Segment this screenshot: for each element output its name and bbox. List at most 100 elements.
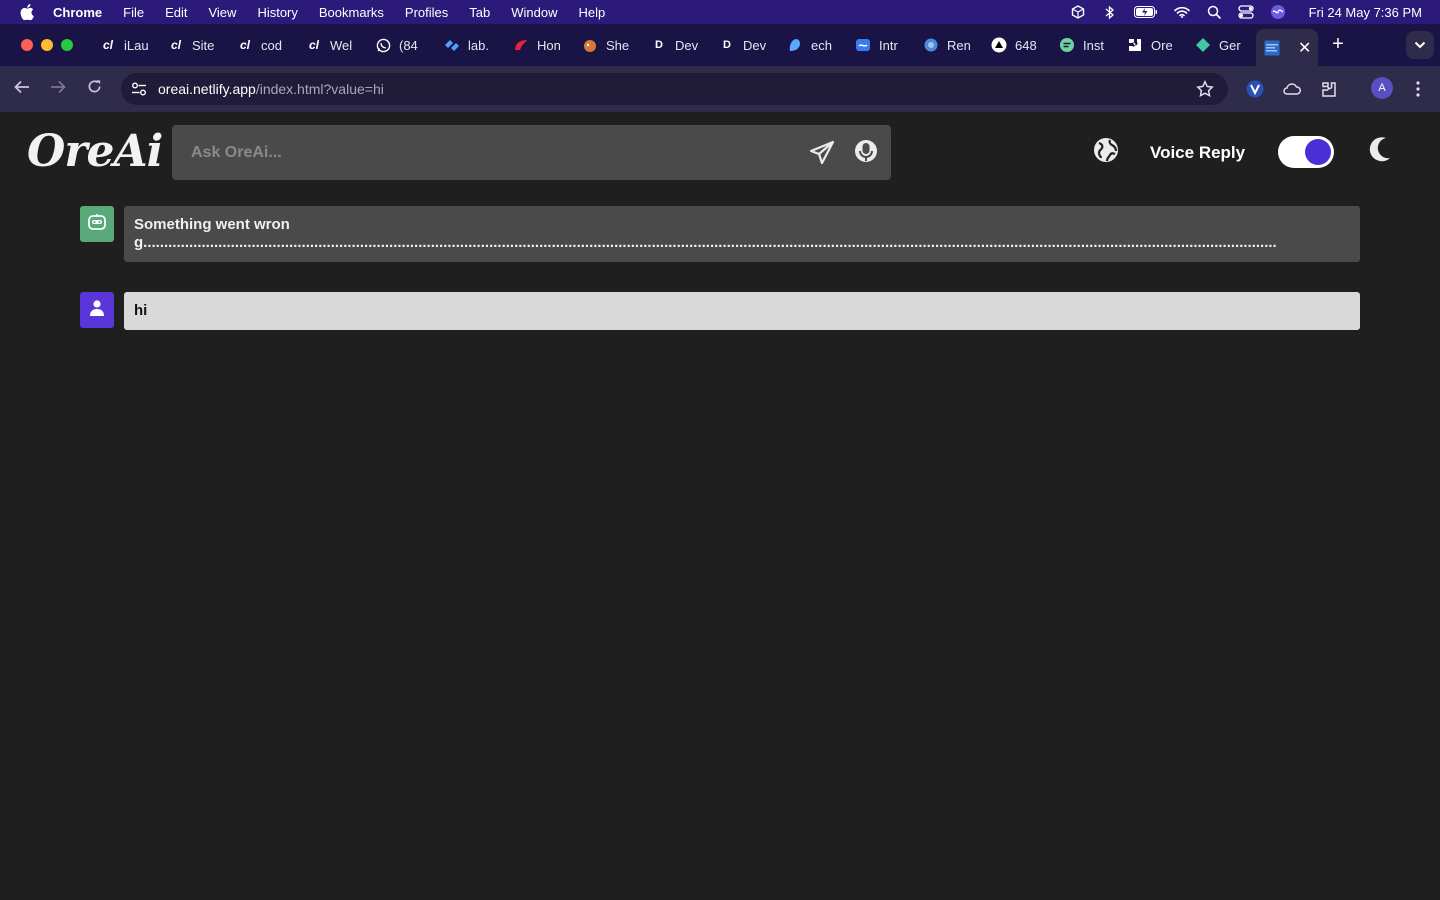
- tab-title: lab.: [468, 37, 489, 53]
- forward-button[interactable]: [47, 78, 69, 100]
- browser-tab[interactable]: (84: [375, 33, 431, 57]
- tab-title: Site: [192, 37, 215, 53]
- browser-tab[interactable]: Ore: [1127, 33, 1183, 57]
- address-url[interactable]: oreai.netlify.app/index.html?value=hi: [158, 81, 384, 97]
- cube-icon[interactable]: [1069, 4, 1087, 20]
- apple-logo-icon[interactable]: [19, 4, 35, 20]
- browser-tab[interactable]: lab.: [444, 33, 500, 57]
- tab-title: 648: [1015, 37, 1037, 53]
- oreai-logo[interactable]: OreAi: [27, 126, 163, 177]
- blue-icon: [787, 37, 803, 53]
- menu-window[interactable]: Window: [511, 5, 557, 20]
- whatsapp-icon: [375, 37, 391, 53]
- browser-tab[interactable]: D Dev: [651, 33, 707, 57]
- url-path: /index.html?value=hi: [255, 81, 384, 97]
- tab-title: iLau: [124, 37, 149, 53]
- cl-icon: cl: [102, 38, 113, 52]
- battery-icon[interactable]: [1133, 4, 1159, 20]
- minimize-window-button[interactable]: [41, 39, 53, 51]
- user-avatar: [80, 292, 114, 328]
- browser-tab[interactable]: Intr: [855, 33, 911, 57]
- reload-button[interactable]: [83, 78, 105, 100]
- control-center-icon[interactable]: [1237, 4, 1255, 20]
- tab-title: (84: [399, 37, 418, 53]
- spotlight-search-icon[interactable]: [1205, 4, 1223, 20]
- cl-icon: cl: [170, 38, 181, 52]
- bot-avatar: [80, 206, 114, 242]
- menu-view[interactable]: View: [208, 5, 236, 20]
- microphone-icon[interactable]: [853, 138, 879, 166]
- moon-icon[interactable]: [1366, 136, 1392, 164]
- siri-icon[interactable]: [1269, 4, 1287, 20]
- tab-title: Ger: [1219, 37, 1241, 53]
- extension-v-icon[interactable]: [1244, 78, 1266, 100]
- browser-tab[interactable]: cl Wel: [306, 33, 362, 57]
- browser-tab[interactable]: 648: [991, 33, 1047, 57]
- cl-icon: cl: [308, 38, 319, 52]
- more-menu-icon[interactable]: [1407, 78, 1429, 100]
- send-icon[interactable]: [809, 140, 835, 166]
- lab-icon: [444, 37, 460, 53]
- zoom-window-button[interactable]: [61, 39, 73, 51]
- ask-input[interactable]: [172, 125, 792, 180]
- cl-icon: cl: [239, 38, 250, 52]
- voice-reply-label: Voice Reply: [1150, 143, 1246, 162]
- intro-icon: [855, 37, 871, 53]
- tab-title: She: [606, 37, 630, 53]
- bookmark-star-icon[interactable]: [1196, 80, 1214, 98]
- menu-bookmarks[interactable]: Bookmarks: [319, 5, 384, 20]
- dev-icon: D: [651, 37, 667, 53]
- menu-profiles[interactable]: Profiles: [405, 5, 448, 20]
- menu-file[interactable]: File: [123, 5, 144, 20]
- chevron-down-icon: [1414, 36, 1426, 54]
- tab-title: Ren: [947, 37, 971, 53]
- window-controls: [21, 39, 73, 51]
- tab-search-button[interactable]: [1406, 31, 1434, 59]
- browser-tab[interactable]: Inst: [1059, 33, 1115, 57]
- close-tab-icon[interactable]: ✕: [1298, 38, 1311, 58]
- reload-icon: [87, 79, 102, 99]
- dev-icon: D: [719, 37, 735, 53]
- menu-help[interactable]: Help: [579, 5, 606, 20]
- arrow-left-icon: [14, 80, 30, 99]
- robot-icon: [87, 213, 107, 236]
- site-settings-icon[interactable]: [129, 79, 149, 99]
- globe-icon[interactable]: [1093, 137, 1119, 163]
- menu-edit[interactable]: Edit: [165, 5, 187, 20]
- ask-box: [172, 125, 891, 180]
- menu-history[interactable]: History: [257, 5, 297, 20]
- new-tab-button[interactable]: +: [1329, 34, 1347, 54]
- menu-tab[interactable]: Tab: [469, 5, 490, 20]
- page-icon: [1264, 40, 1280, 56]
- browser-tab[interactable]: Ger: [1195, 33, 1251, 57]
- tab-title: Inst: [1083, 37, 1104, 53]
- menu-chrome[interactable]: Chrome: [53, 5, 102, 20]
- browser-tab[interactable]: Ren: [923, 33, 979, 57]
- browser-tab[interactable]: cl iLau: [100, 33, 156, 57]
- orange-icon: [582, 37, 598, 53]
- tab-title: Dev: [743, 37, 767, 53]
- bot-message-bubble: Something went wrong....................…: [124, 206, 1360, 262]
- back-button[interactable]: [11, 78, 33, 100]
- browser-tab[interactable]: ech: [787, 33, 843, 57]
- voice-reply-toggle[interactable]: [1278, 136, 1334, 168]
- extension-cloud-icon[interactable]: [1281, 78, 1303, 100]
- browser-tab[interactable]: D Dev: [719, 33, 775, 57]
- bluetooth-icon[interactable]: [1101, 4, 1119, 20]
- red-icon: [513, 37, 529, 53]
- address-bar[interactable]: oreai.netlify.app/index.html?value=hi: [121, 73, 1228, 105]
- close-window-button[interactable]: [21, 39, 33, 51]
- arrow-right-icon: [50, 80, 66, 99]
- tab-title: Ore: [1151, 37, 1173, 53]
- triangle-icon: [991, 37, 1007, 53]
- browser-tab[interactable]: Hon: [513, 33, 569, 57]
- browser-tab[interactable]: She: [582, 33, 638, 57]
- profile-avatar[interactable]: A: [1371, 77, 1393, 99]
- menubar-clock[interactable]: Fri 24 May 7:36 PM: [1309, 5, 1422, 20]
- browser-tab[interactable]: cl cod: [237, 33, 293, 57]
- browser-tab-active[interactable]: ✕: [1256, 29, 1318, 66]
- tab-title: Intr: [879, 37, 898, 53]
- extensions-puzzle-icon[interactable]: [1318, 78, 1340, 100]
- wifi-icon[interactable]: [1173, 4, 1191, 20]
- browser-tab[interactable]: cl Site: [168, 33, 224, 57]
